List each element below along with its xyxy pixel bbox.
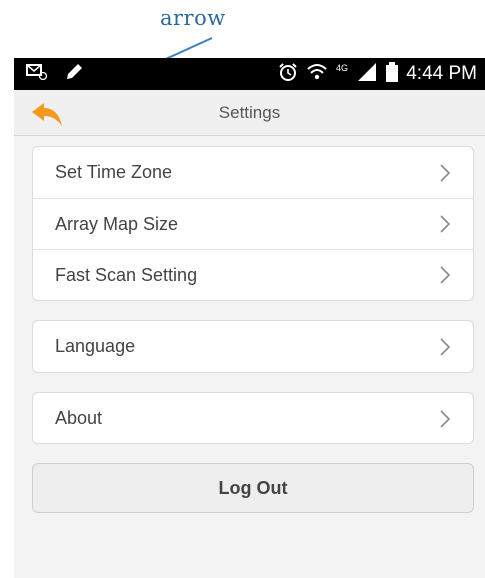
page-title: Settings	[218, 103, 281, 122]
logout-label: Log Out	[218, 477, 288, 498]
back-button[interactable]	[28, 98, 74, 130]
chevron-right-icon	[425, 409, 465, 429]
logout-button[interactable]: Log Out	[32, 463, 474, 513]
settings-group-language: Language	[32, 320, 474, 373]
network-label: 4G	[336, 63, 348, 73]
wifi-icon	[306, 62, 328, 87]
status-time: 4:44 PM	[406, 63, 477, 84]
array-map-size-row[interactable]: Array Map Size	[33, 198, 473, 249]
about-row[interactable]: About	[33, 393, 473, 443]
fast-scan-setting-label: Fast Scan Setting	[55, 264, 198, 285]
title-bar: Settings	[14, 90, 485, 136]
pen-icon	[64, 63, 84, 86]
chevron-right-icon	[425, 337, 465, 357]
settings-group-about: About	[32, 392, 474, 444]
alarm-icon	[278, 62, 298, 87]
battery-icon	[386, 61, 399, 87]
array-map-size-label: Array Map Size	[55, 213, 179, 234]
about-label: About	[55, 408, 103, 428]
signal-icon: 4G	[336, 62, 378, 87]
settings-screen: Settings Set Time Zone Array Map Size Fa…	[14, 90, 485, 578]
mail-icon	[26, 63, 48, 85]
language-row[interactable]: Language	[33, 321, 473, 372]
status-bar: 4G 4:44 PM	[14, 58, 485, 90]
set-time-zone-label: Set Time Zone	[55, 162, 173, 182]
chevron-right-icon	[425, 163, 465, 183]
language-label: Language	[55, 336, 136, 356]
set-time-zone-row[interactable]: Set Time Zone	[33, 147, 473, 198]
back-arrow-icon	[32, 103, 62, 126]
chevron-right-icon	[425, 265, 465, 285]
settings-group-main: Set Time Zone Array Map Size Fast Scan S…	[32, 146, 474, 301]
fast-scan-setting-row[interactable]: Fast Scan Setting	[33, 249, 473, 300]
annotation-label: arrow	[160, 6, 226, 30]
chevron-right-icon	[425, 214, 465, 234]
